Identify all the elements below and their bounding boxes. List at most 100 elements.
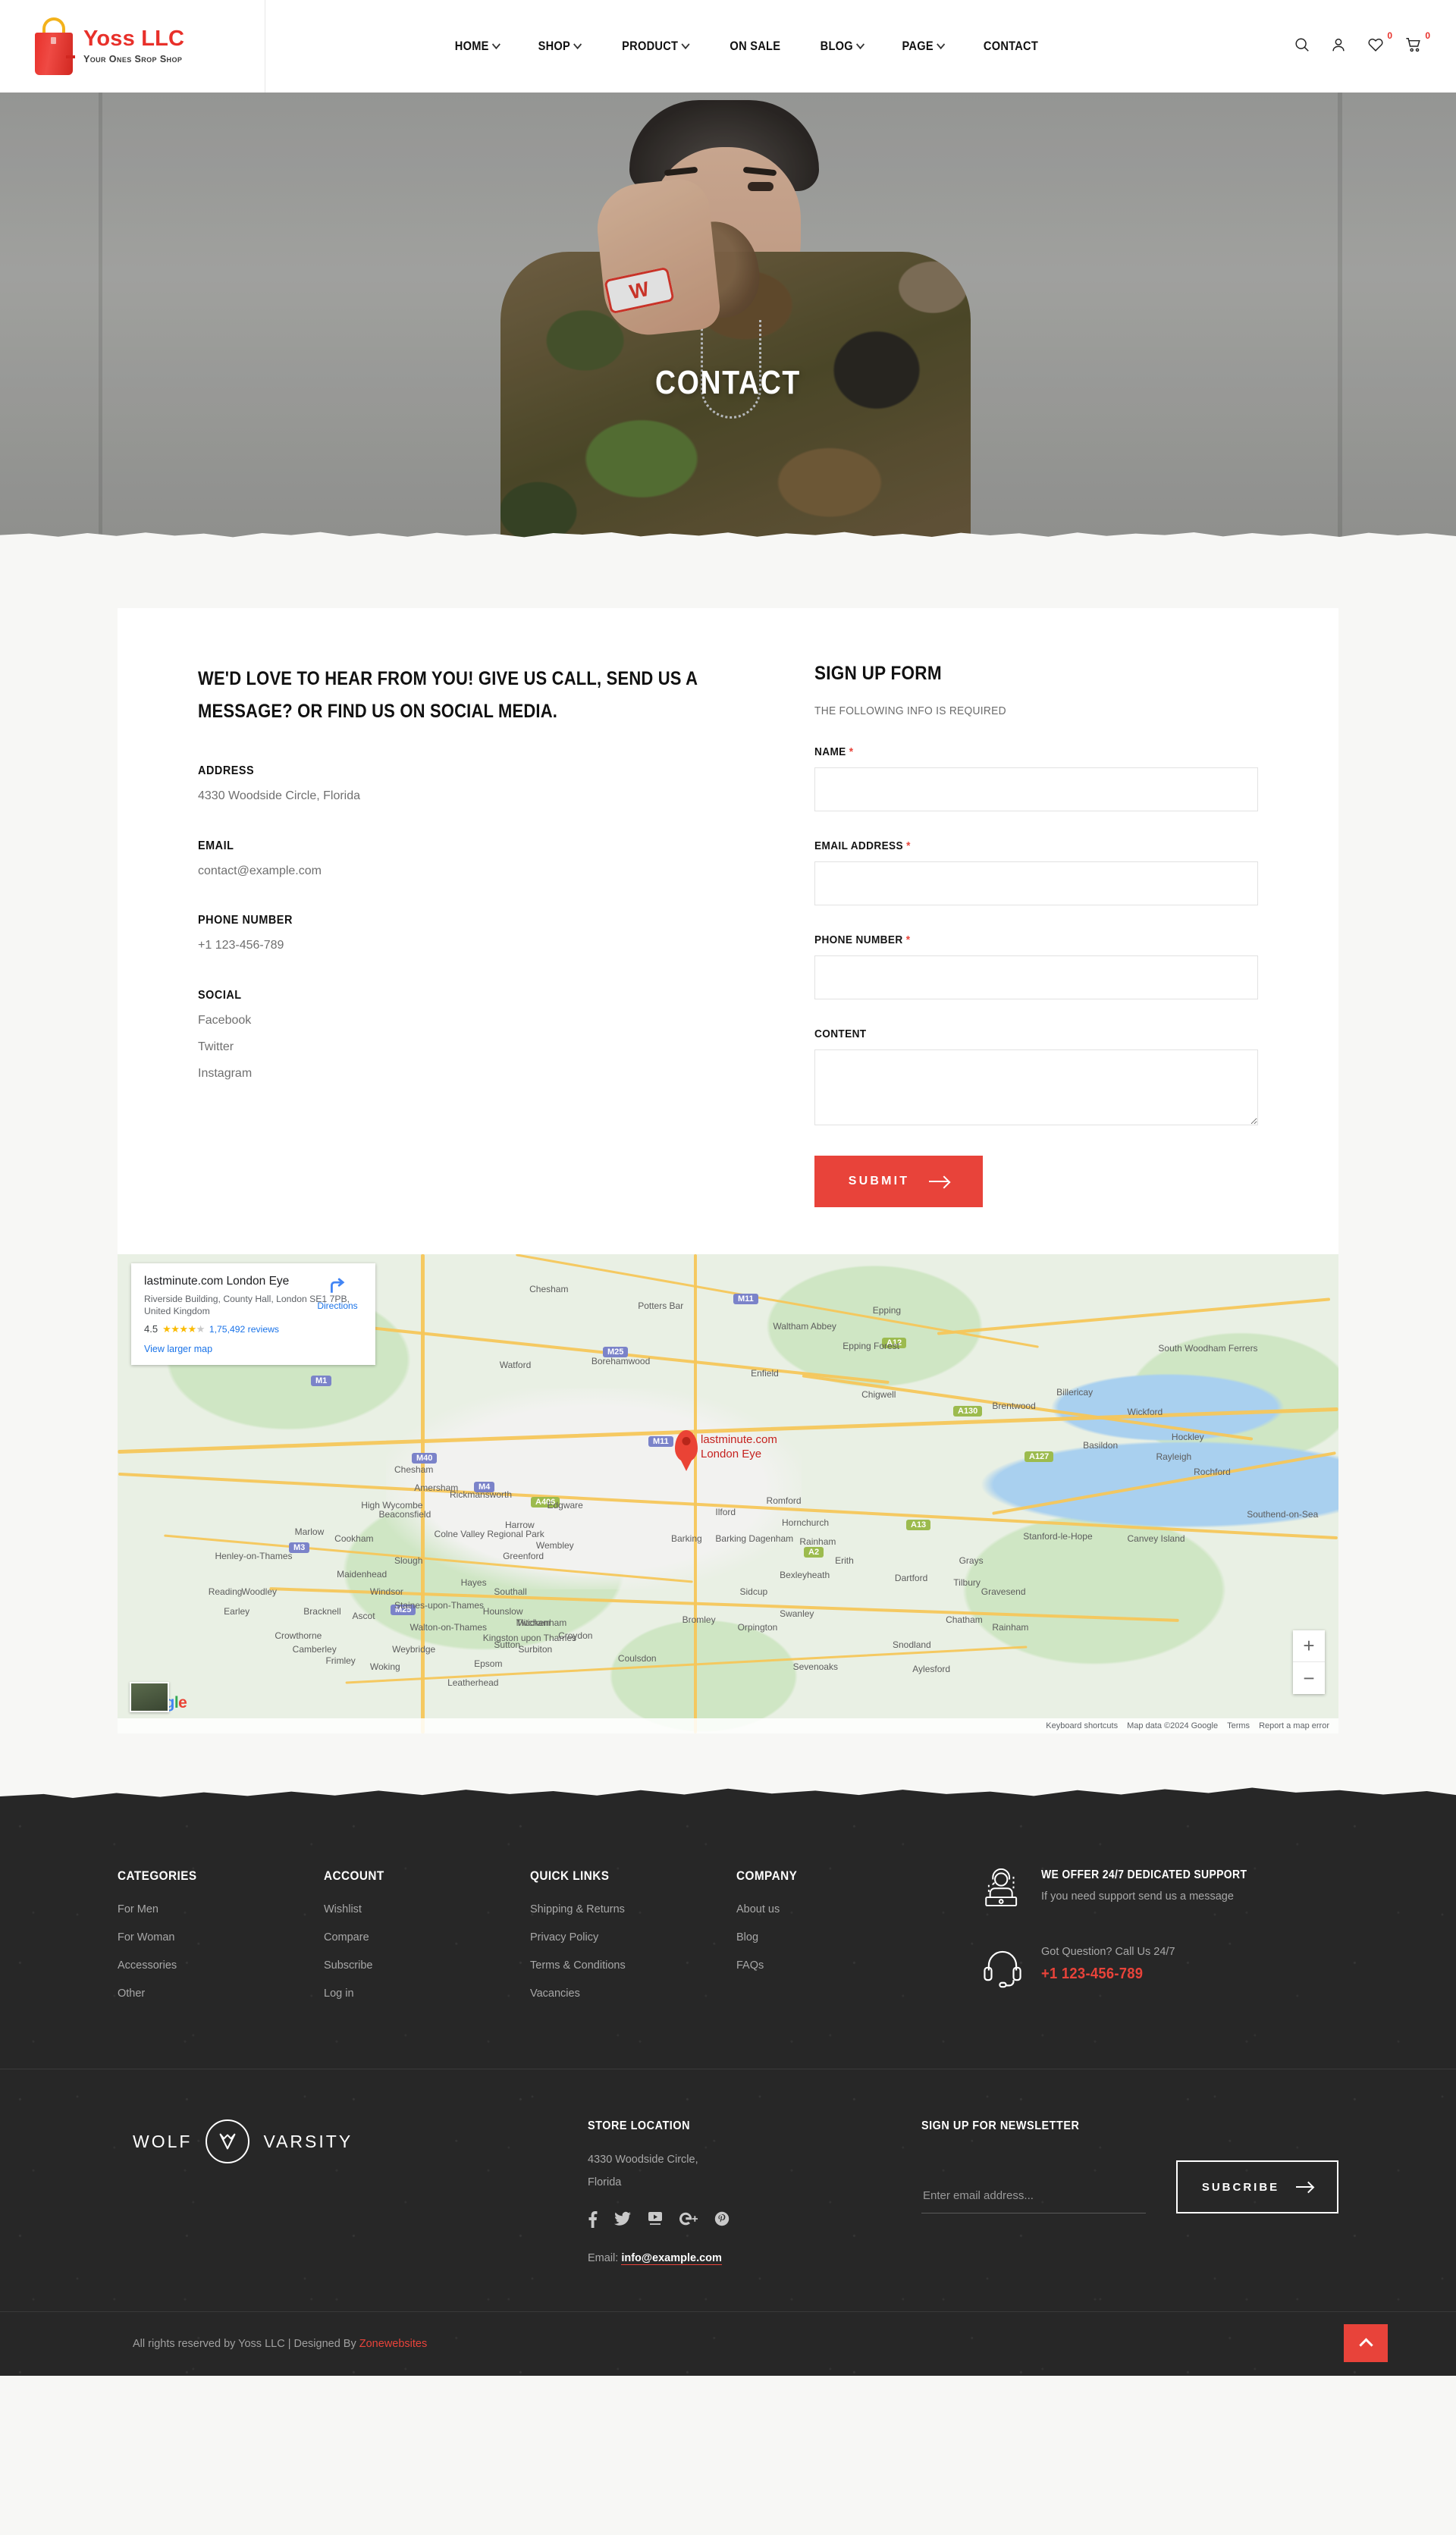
arrow-right-icon — [1296, 2186, 1313, 2188]
social-link-instagram[interactable]: Instagram — [198, 1067, 755, 1081]
map-place-label: Epping Forest — [843, 1340, 900, 1351]
map-place-label: Chatham — [946, 1614, 983, 1625]
map-place-label: Greenford — [503, 1551, 544, 1562]
logo-tagline: Your Ones Srop Shop — [83, 54, 183, 64]
name-label: NAME * — [814, 746, 1232, 758]
hero-background-image — [0, 93, 1456, 546]
footer-link[interactable]: FAQs — [736, 1959, 943, 1972]
pinterest-icon[interactable] — [714, 2211, 730, 2232]
site-logo[interactable]: Yoss LLC Your Ones Srop Shop — [32, 17, 184, 75]
name-input[interactable] — [814, 767, 1258, 811]
nav-item-home[interactable]: HOME — [441, 39, 513, 54]
footer-middle: WOLF VARSITY STORE LOCATION 4330 Woodsid… — [0, 2069, 1456, 2311]
email-label-text: EMAIL ADDRESS — [814, 840, 903, 852]
content-textarea[interactable] — [814, 1049, 1258, 1125]
phone-input[interactable] — [814, 955, 1258, 999]
store-address-line1: 4330 Woodside Circle, — [588, 2154, 698, 2166]
twitter-icon[interactable] — [614, 2211, 631, 2232]
footer-link[interactable]: Privacy Policy — [530, 1931, 736, 1944]
footer-link[interactable]: Other — [118, 1988, 324, 2000]
footer-link[interactable]: Log in — [324, 1988, 530, 2000]
map-attribution-item[interactable]: Terms — [1227, 1721, 1250, 1730]
footer-link[interactable]: Terms & Conditions — [530, 1959, 736, 1972]
social-link-facebook[interactable]: Facebook — [198, 1014, 755, 1027]
chevron-down-icon — [573, 39, 582, 49]
youtube-icon[interactable] — [648, 2211, 663, 2232]
map-place-label: Bromley — [682, 1614, 716, 1625]
map-place-label: Southall — [494, 1586, 527, 1597]
map-directions-button[interactable]: Directions — [310, 1275, 365, 1311]
search-icon[interactable] — [1294, 36, 1310, 57]
nav-item-product[interactable]: PRODUCT — [608, 39, 702, 54]
view-larger-map-link[interactable]: View larger map — [144, 1344, 362, 1354]
support-phone[interactable]: +1 123-456-789 — [1041, 1966, 1164, 1983]
user-icon[interactable] — [1330, 36, 1347, 57]
map-place-label: Slough — [394, 1555, 423, 1567]
nav-item-page[interactable]: PAGE — [888, 39, 957, 54]
map-place-label: Rainham — [992, 1621, 1029, 1633]
map-place-label: Staines-upon-Thames — [394, 1599, 485, 1611]
map-street-view-thumbnail[interactable] — [130, 1682, 169, 1712]
cart-icon[interactable]: 0 — [1404, 30, 1430, 57]
nav-item-label: PAGE — [902, 39, 934, 53]
name-field-group: NAME * — [814, 746, 1258, 811]
social-link-twitter[interactable]: Twitter — [198, 1040, 755, 1054]
nav-item-on-sale[interactable]: ON SALE — [716, 39, 794, 54]
nav-item-label: PRODUCT — [621, 39, 678, 53]
wishlist-icon[interactable]: 0 — [1367, 30, 1392, 57]
nav-item-shop[interactable]: SHOP — [525, 39, 595, 54]
map-attribution-item[interactable]: Report a map error — [1259, 1721, 1329, 1730]
footer-link[interactable]: Vacancies — [530, 1988, 736, 2000]
map-place-label: Woking — [369, 1661, 400, 1673]
map-place-label: Frimley — [325, 1655, 356, 1666]
footer-link[interactable]: Compare — [324, 1931, 530, 1944]
map-place-label: Coulsdon — [617, 1652, 657, 1664]
map-place-label: Sevenoaks — [792, 1661, 838, 1673]
footer-link[interactable]: Accessories — [118, 1959, 324, 1972]
hero-banner: CONTACT — [0, 93, 1456, 546]
footer-link[interactable]: For Men — [118, 1903, 324, 1915]
google-map[interactable]: M25 M1 M11 A12 A130 M11 A127 M40 M4 M3 A406 A13 M25 A… — [118, 1254, 1338, 1733]
brand-word-left: WOLF — [133, 2131, 193, 2151]
logo-cell[interactable]: Yoss LLC Your Ones Srop Shop — [0, 0, 265, 93]
marker-line-2: London Eye — [701, 1447, 762, 1460]
designer-link[interactable]: Zonewebsites — [359, 2338, 427, 2350]
map-place-label: Gravesend — [981, 1586, 1026, 1597]
footer-column-title: COMPANY — [736, 1868, 798, 1883]
marker-line-1: lastminute.com — [701, 1433, 777, 1446]
map-attribution-item[interactable]: Map data ©2024 Google — [1127, 1721, 1218, 1730]
footer-link[interactable]: Blog — [736, 1931, 943, 1944]
map-place-label: Brentwood — [992, 1400, 1036, 1411]
scroll-to-top-button[interactable] — [1344, 2323, 1388, 2362]
facebook-icon[interactable] — [588, 2210, 598, 2232]
form-title: SIGN UP FORM — [814, 663, 942, 684]
map-zoom-controls[interactable]: + − — [1293, 1630, 1325, 1694]
map-review-count[interactable]: 1,75,492 reviews — [209, 1324, 279, 1335]
submit-button[interactable]: SUBMIT — [814, 1156, 983, 1207]
support-text: If you need support send us a message — [1041, 1890, 1234, 1903]
map-place-label: Canvey Island — [1127, 1533, 1185, 1544]
footer-link[interactable]: Shipping & Returns — [530, 1903, 736, 1915]
google-plus-icon[interactable] — [679, 2211, 698, 2232]
map-zoom-out-button[interactable]: − — [1293, 1662, 1325, 1694]
nav-item-blog[interactable]: BLOG — [806, 39, 877, 54]
footer-link[interactable]: Wishlist — [324, 1903, 530, 1915]
map-attribution-item[interactable]: Keyboard shortcuts — [1046, 1721, 1118, 1730]
map-place-label: Billericay — [1056, 1387, 1094, 1398]
store-email-value[interactable]: info@example.com — [621, 2251, 722, 2265]
newsletter-title: SIGN UP FOR NEWSLETTER — [921, 2119, 1080, 2132]
map-place-label: Hornchurch — [782, 1517, 830, 1529]
store-address-line2: Florida — [588, 2176, 622, 2189]
map-marker[interactable]: lastminute.com London Eye — [675, 1430, 777, 1462]
map-zoom-in-button[interactable]: + — [1293, 1630, 1325, 1662]
nav-item-contact[interactable]: CONTACT — [970, 39, 1052, 54]
footer-link[interactable]: For Woman — [118, 1931, 324, 1944]
footer-social-icons — [588, 2210, 914, 2232]
map-place-label: Wembley — [535, 1539, 574, 1551]
email-input[interactable] — [814, 861, 1258, 905]
footer-link[interactable]: About us — [736, 1903, 943, 1915]
map-road — [421, 1254, 425, 1733]
footer-link[interactable]: Subscribe — [324, 1959, 530, 1972]
newsletter-email-input[interactable] — [921, 2183, 1146, 2213]
subscribe-button[interactable]: SUBCRIBE — [1176, 2160, 1338, 2213]
